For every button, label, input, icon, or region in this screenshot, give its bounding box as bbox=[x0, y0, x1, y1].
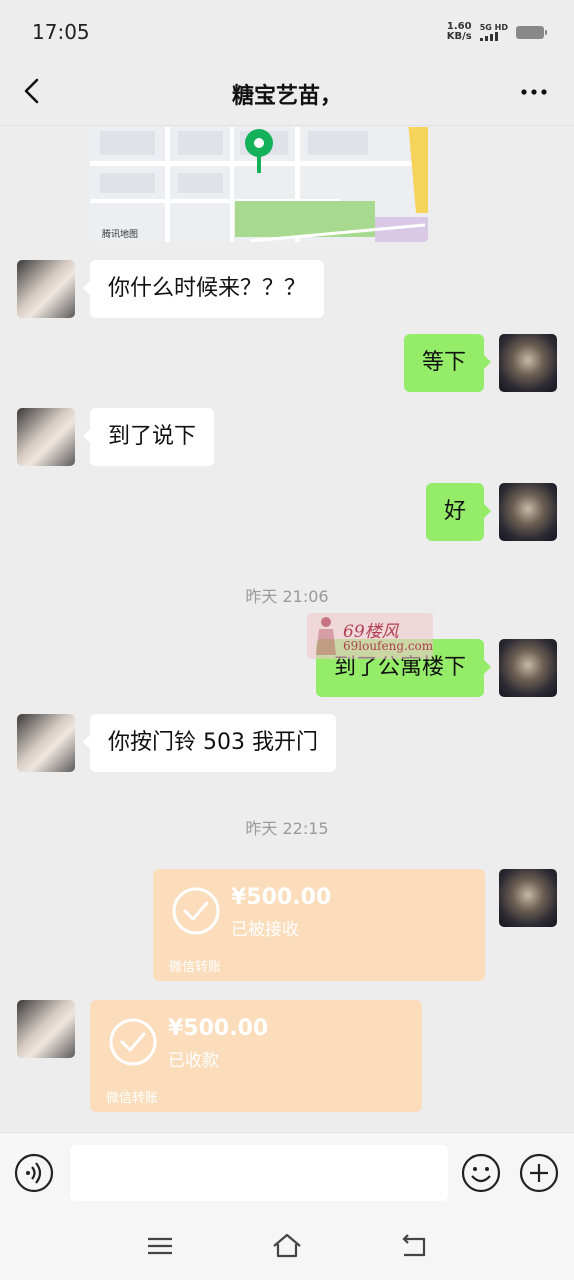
timestamp: 昨天 21:06 bbox=[245, 587, 329, 606]
transfer-source: 微信转账 bbox=[106, 1091, 159, 1106]
battery-icon bbox=[516, 25, 547, 39]
menu-icon bbox=[148, 1237, 172, 1255]
plus-icon bbox=[519, 1153, 559, 1193]
voice-icon bbox=[14, 1153, 54, 1193]
plus-button[interactable] bbox=[519, 1153, 559, 1193]
signal-icon: 5G HD bbox=[479, 23, 508, 41]
back-icon bbox=[402, 1234, 426, 1257]
timestamp: 昨天 22:15 bbox=[245, 819, 329, 838]
message-sent[interactable]: 等下 bbox=[403, 334, 492, 392]
home-icon bbox=[273, 1233, 301, 1258]
emoji-button[interactable] bbox=[461, 1153, 501, 1193]
status-indicators: 1.60 KB/s 5G HD bbox=[446, 21, 547, 42]
system-nav-bar bbox=[0, 1212, 574, 1280]
message-received[interactable]: 到了说下 bbox=[82, 408, 215, 466]
chat-header: 糖宝艺苗， bbox=[0, 62, 574, 126]
user-avatar[interactable] bbox=[499, 639, 557, 697]
contact-avatar[interactable] bbox=[17, 1000, 75, 1058]
transfer-source: 微信转账 bbox=[169, 960, 222, 975]
nav-back-button[interactable] bbox=[398, 1230, 430, 1262]
user-avatar[interactable] bbox=[499, 334, 557, 392]
transfer-card-sent[interactable]: ¥500.00 已被接收 微信转账 bbox=[153, 869, 485, 981]
status-bar: 17:05 1.60 KB/s 5G HD bbox=[0, 0, 574, 62]
transfer-amount: ¥500.00 bbox=[168, 1016, 269, 1041]
message-received[interactable]: 你按门铃 503 我开门 bbox=[83, 714, 336, 772]
watermark-figure-icon bbox=[316, 617, 336, 655]
contact-avatar[interactable] bbox=[17, 408, 75, 466]
check-circle-icon bbox=[109, 1018, 157, 1066]
input-bar bbox=[0, 1132, 574, 1212]
message-sent[interactable]: 好 bbox=[425, 483, 492, 541]
more-dots-icon bbox=[521, 89, 547, 95]
user-avatar[interactable] bbox=[499, 869, 557, 927]
network-speed: 1.60 KB/s bbox=[446, 21, 472, 42]
nav-menu-button[interactable] bbox=[144, 1230, 176, 1262]
chat-area[interactable]: 腾讯地图 你什么时候来？？？ 等下 到了说下 好 昨天 21:06 到了公寓楼下… bbox=[0, 127, 574, 1132]
check-circle-icon bbox=[172, 887, 220, 935]
message-input[interactable] bbox=[70, 1145, 448, 1201]
map-image bbox=[90, 127, 428, 242]
transfer-card-received[interactable]: ¥500.00 已收款 微信转账 bbox=[90, 1000, 422, 1112]
map-credit: 腾讯地图 bbox=[102, 230, 139, 240]
contact-avatar[interactable] bbox=[17, 260, 75, 318]
user-avatar[interactable] bbox=[499, 483, 557, 541]
status-time: 17:05 bbox=[32, 20, 90, 44]
emoji-icon bbox=[461, 1153, 501, 1193]
transfer-amount: ¥500.00 bbox=[231, 885, 332, 910]
contact-avatar[interactable] bbox=[17, 714, 75, 772]
chat-title: 糖宝艺苗， bbox=[231, 84, 342, 109]
transfer-status: 已被接收 bbox=[231, 920, 299, 940]
message-received[interactable]: 你什么时候来？？？ bbox=[82, 260, 325, 318]
voice-button[interactable] bbox=[14, 1153, 54, 1193]
nav-home-button[interactable] bbox=[271, 1230, 303, 1262]
watermark: 69楼风 69loufeng.com bbox=[307, 613, 433, 659]
more-button[interactable] bbox=[518, 82, 550, 102]
location-map-message[interactable]: 腾讯地图 bbox=[90, 127, 428, 242]
transfer-status: 已收款 bbox=[168, 1051, 219, 1071]
